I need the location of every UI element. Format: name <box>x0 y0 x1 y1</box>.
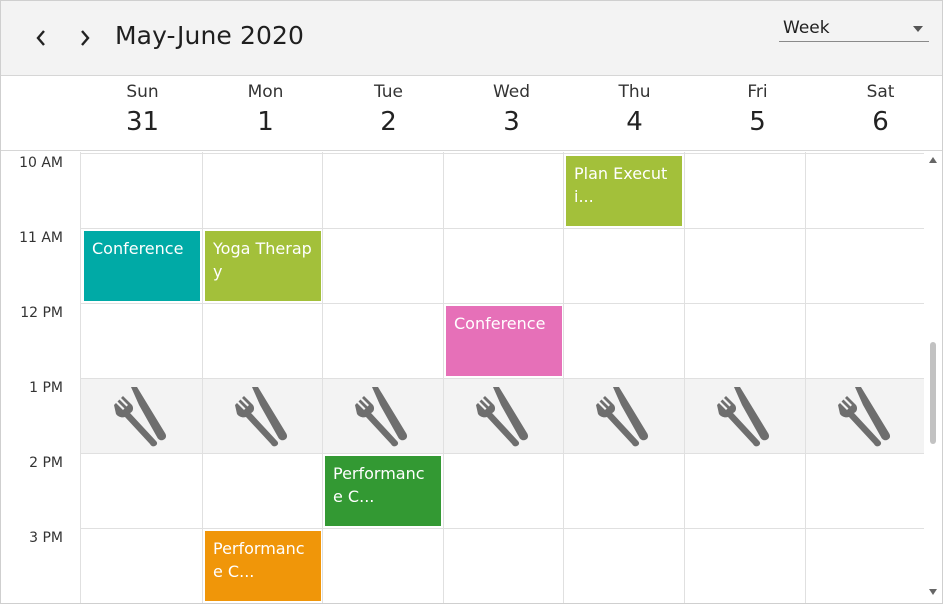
day-divider <box>563 152 564 603</box>
fork-knife-icon <box>469 381 539 451</box>
day-header-tue[interactable]: Tue 2 <box>327 76 450 150</box>
scheduler: May-June 2020 Week Sun 31 Mon 1 Tue 2 Wed 3 Thu 4… <box>0 0 943 604</box>
day-header-row: Sun 31 Mon 1 Tue 2 Wed 3 Thu 4 Fri 5 Sat 6 <box>1 76 942 151</box>
day-header-sat[interactable]: Sat 6 <box>819 76 942 150</box>
scroll-up-arrow-icon[interactable] <box>929 157 937 163</box>
fork-knife-icon <box>589 381 659 451</box>
appointment-subject: Conference <box>92 239 184 258</box>
time-label: 1 PM <box>29 380 63 396</box>
view-dropdown-value: Week <box>783 18 830 38</box>
vertical-scrollbar[interactable] <box>924 152 942 603</box>
scrollbar-thumb[interactable] <box>930 342 936 444</box>
appointment-subject: Plan Executi... <box>574 164 668 206</box>
scheduler-header: May-June 2020 Week <box>1 1 942 76</box>
day-name: Fri <box>747 82 768 102</box>
day-header-mon[interactable]: Mon 1 <box>204 76 327 150</box>
day-name: Sat <box>866 82 895 102</box>
appointment[interactable]: Conference <box>446 306 562 376</box>
schedule-body: 10 AM 11 AM 12 PM 1 PM 2 PM 3 PM Plan Executi… <box>1 152 942 603</box>
hour-divider <box>81 378 925 379</box>
time-label: 3 PM <box>29 530 63 546</box>
appointment-subject: Performance C... <box>333 464 425 506</box>
day-header-thu[interactable]: Thu 4 <box>573 76 696 150</box>
day-divider <box>202 152 203 603</box>
day-name: Sun <box>126 82 159 102</box>
time-ruler: 10 AM 11 AM 12 PM 1 PM 2 PM 3 PM <box>1 152 80 603</box>
lunch-break-row <box>81 378 925 453</box>
fork-knife-icon <box>710 381 780 451</box>
appointment-subject: Performance C... <box>213 539 305 581</box>
appointment[interactable]: Conference <box>84 231 200 301</box>
day-divider <box>322 152 323 603</box>
day-divider <box>443 152 444 603</box>
day-date: 1 <box>257 107 274 137</box>
day-name: Wed <box>492 82 531 102</box>
day-date: 6 <box>872 107 889 137</box>
hour-divider <box>81 528 925 529</box>
day-name: Mon <box>247 82 284 102</box>
hour-divider <box>81 453 925 454</box>
day-date: 5 <box>749 107 766 137</box>
appointment[interactable]: Performance C... <box>325 456 441 526</box>
day-divider <box>805 152 806 603</box>
header-title[interactable]: May-June 2020 <box>115 21 304 50</box>
day-header-sun[interactable]: Sun 31 <box>81 76 204 150</box>
fork-knife-icon <box>228 381 298 451</box>
next-button[interactable] <box>70 23 100 53</box>
day-header-fri[interactable]: Fri 5 <box>696 76 819 150</box>
appointment[interactable]: Yoga Therapy <box>205 231 321 301</box>
fork-knife-icon <box>348 381 418 451</box>
appointment-subject: Conference <box>454 314 546 333</box>
day-date: 4 <box>626 107 643 137</box>
day-date: 2 <box>380 107 397 137</box>
day-header-wed[interactable]: Wed 3 <box>450 76 573 150</box>
day-date: 3 <box>503 107 520 137</box>
time-label: 12 PM <box>20 305 63 321</box>
view-dropdown[interactable]: Week <box>779 15 929 42</box>
scroll-down-arrow-icon[interactable] <box>929 589 937 595</box>
day-name: Thu <box>618 82 651 102</box>
day-divider <box>684 152 685 603</box>
time-slot-grid[interactable]: Plan Executi... Conference Yoga Therapy Con… <box>80 152 925 603</box>
time-label: 11 AM <box>19 230 63 246</box>
fork-knife-icon <box>107 381 177 451</box>
appointment[interactable]: Plan Executi... <box>566 156 682 226</box>
time-label: 2 PM <box>29 455 63 471</box>
prev-button[interactable] <box>26 23 56 53</box>
hour-divider <box>81 303 925 304</box>
day-date: 31 <box>125 107 160 137</box>
fork-knife-icon <box>831 381 901 451</box>
day-name: Tue <box>373 82 404 102</box>
appointment-subject: Yoga Therapy <box>213 239 312 281</box>
hour-divider <box>81 153 925 154</box>
hour-divider <box>81 228 925 229</box>
appointment[interactable]: Performance C... <box>205 531 321 601</box>
chevron-right-icon <box>81 30 90 46</box>
time-label: 10 AM <box>19 155 63 171</box>
chevron-down-icon <box>913 26 923 32</box>
chevron-left-icon <box>36 30 45 46</box>
